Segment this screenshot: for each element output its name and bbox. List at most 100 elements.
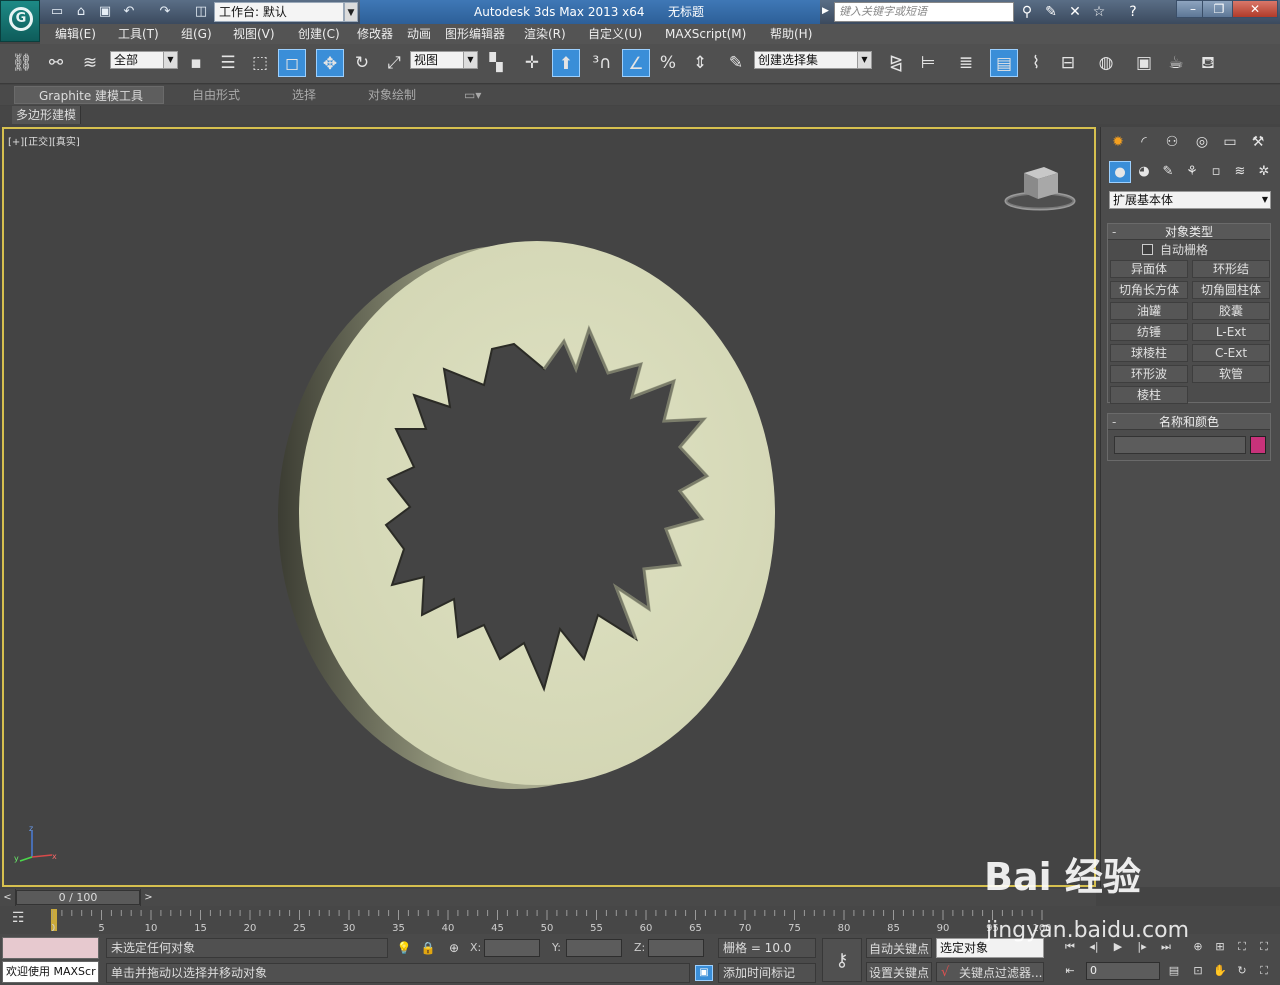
autogrid-checkbox[interactable] [1142,244,1153,255]
menu-edit[interactable]: 编辑(E) [55,26,96,42]
time-slider-thumb[interactable]: 0 / 100 [16,890,140,905]
rectangle-selection-icon[interactable]: ⬚ [246,49,274,77]
auto-key-button[interactable]: 自动关键点 [866,938,932,958]
menu-animation[interactable]: 动画 [407,26,431,42]
isolate-selection-icon[interactable]: 💡 [396,940,412,956]
capsule-button[interactable]: 胶囊 [1192,302,1270,320]
motion-tab-icon[interactable]: ◎ [1189,131,1215,153]
zoom-all-icon[interactable]: ⊞ [1210,938,1230,956]
project-folder-icon[interactable]: ◫ [192,4,210,20]
edit-named-selection-icon[interactable]: ✎ [722,49,750,77]
help-icon[interactable]: ? [1122,2,1144,22]
close-button[interactable]: ✕ [1232,0,1278,18]
object-name-input[interactable] [1114,436,1246,454]
tab-graphite-modeling[interactable]: Graphite 建模工具 [14,86,164,104]
go-to-start-icon[interactable]: ⏮ [1060,938,1080,956]
time-configuration-icon[interactable]: ▤ [1164,962,1184,980]
gengon-button[interactable]: 球棱柱 [1110,344,1188,362]
rendered-frame-icon[interactable]: ☕ [1162,49,1190,77]
menu-modifiers[interactable]: 修改器 [357,26,393,42]
torus-knot-button[interactable]: 环形结 [1192,260,1270,278]
angle-snap-icon[interactable]: ∠ [622,49,650,77]
search-input[interactable]: 键入关键字或短语 [834,2,1014,22]
binoculars-icon[interactable]: ⚲ [1016,2,1038,22]
chamfer-cyl-button[interactable]: 切角圆柱体 [1192,281,1270,299]
unlink-icon[interactable]: ⚯ [42,49,70,77]
menu-tools[interactable]: 工具(T) [118,26,159,42]
tab-object-paint[interactable]: 对象绘制 [360,86,424,104]
new-file-icon[interactable]: ▭ [48,4,66,20]
save-file-icon[interactable]: ▣ [96,4,114,20]
set-key-button[interactable]: 设置关键点 [866,962,932,982]
favorites-star-icon[interactable]: ☆ [1088,2,1110,22]
absolute-mode-icon[interactable]: ⊕ [446,940,462,956]
menu-help[interactable]: 帮助(H) [770,26,812,42]
align-icon[interactable]: ⊨ [914,49,942,77]
add-time-tag-button[interactable]: 添加时间标记 [718,963,816,983]
spindle-button[interactable]: 纺锤 [1110,323,1188,341]
time-tag-icon[interactable]: ▣ [695,965,713,981]
menu-group[interactable]: 组(G) [181,26,212,42]
lights-icon[interactable]: ✎ [1157,161,1179,183]
spacewarps-icon[interactable]: ≋ [1229,161,1251,183]
previous-key-icon[interactable]: ◂| [1084,938,1104,956]
menu-maxscript[interactable]: MAXScript(M) [665,26,746,42]
ringwave-button[interactable]: 环形波 [1110,365,1188,383]
render-setup-icon[interactable]: ▣ [1130,49,1158,77]
percent-snap-icon[interactable]: % [654,49,682,77]
subscription-icon[interactable]: ✎ [1040,2,1062,22]
link-icon[interactable]: ⛓ [8,49,36,77]
modify-tab-icon[interactable]: ◜ [1131,131,1157,153]
graphite-toggle-icon[interactable]: ▤ [990,49,1018,77]
communication-icon[interactable]: ✕ [1064,2,1086,22]
maximize-viewport-icon[interactable]: ⛶ [1254,962,1274,980]
select-by-name-icon[interactable]: ☰ [214,49,242,77]
c-ext-button[interactable]: C-Ext [1192,344,1270,362]
current-frame-field[interactable]: 0 [1086,962,1160,980]
selection-filter-dropdown[interactable]: 全部 ▼ [110,51,178,69]
play-icon[interactable]: ▶ [1108,938,1128,956]
field-of-view-icon[interactable]: ⊡ [1188,962,1208,980]
menu-views[interactable]: 视图(V) [233,26,275,42]
object-color-swatch[interactable] [1250,436,1266,454]
redo-icon[interactable]: ↷ [156,4,174,20]
orbit-icon[interactable]: ↻ [1232,962,1252,980]
window-crossing-icon[interactable]: ◻ [278,49,306,77]
y-coordinate-field[interactable] [566,939,622,957]
hedra-button[interactable]: 异面体 [1110,260,1188,278]
schematic-view-icon[interactable]: ⊟ [1054,49,1082,77]
key-mode-toggle-icon[interactable]: ⇤ [1060,962,1080,980]
named-selection-dropdown[interactable]: 创建选择集 ▼ [754,51,872,69]
zoom-extents-icon[interactable]: ⛶ [1232,938,1252,956]
select-object-icon[interactable]: ▪ [182,49,210,77]
z-coordinate-field[interactable] [648,939,704,957]
select-move-icon[interactable]: ✥ [316,49,344,77]
next-frame-icon[interactable]: > [140,889,156,906]
hose-button[interactable]: 软管 [1192,365,1270,383]
workspace-dropdown[interactable]: 工作台: 默认 [214,2,344,22]
next-key-icon[interactable]: |▸ [1132,938,1152,956]
bind-spacewarp-icon[interactable]: ≋ [76,49,104,77]
undo-icon[interactable]: ↶ [120,4,138,20]
zoom-icon[interactable]: ⊕ [1188,938,1208,956]
l-ext-button[interactable]: L-Ext [1192,323,1270,341]
app-logo-button[interactable]: G [0,0,40,42]
selection-lock-icon[interactable]: 🔒 [420,940,436,956]
select-rotate-icon[interactable]: ↻ [348,49,376,77]
cameras-icon[interactable]: ⚘ [1181,161,1203,183]
create-tab-icon[interactable]: ✹ [1105,131,1131,153]
track-bar[interactable]: ☶ 0 5 10 15 20 25 30 35 40 45 50 55 60 65 70 75 80 85 90 95… [0,906,1280,934]
pan-view-icon[interactable]: ✋ [1210,962,1230,980]
zoom-extents-all-icon[interactable]: ⛶ [1254,938,1274,956]
maxscript-mini-listener[interactable] [2,937,99,959]
object-category-dropdown[interactable]: 扩展基本体 ▼ [1109,191,1271,209]
set-key-icon[interactable]: ⚷ [822,938,862,982]
helpers-icon[interactable]: ▫ [1205,161,1227,183]
menu-rendering[interactable]: 渲染(R) [524,26,566,42]
material-editor-icon[interactable]: ◍ [1092,49,1120,77]
maxscript-listener-text[interactable]: 欢迎使用 MAXScr [2,961,99,983]
chamfer-box-button[interactable]: 切角长方体 [1110,281,1188,299]
search-expand-icon[interactable]: ▶ [822,6,829,16]
key-filters-button[interactable]: √ 关键点过滤器... [936,962,1044,982]
prism-button[interactable]: 棱柱 [1110,386,1188,404]
